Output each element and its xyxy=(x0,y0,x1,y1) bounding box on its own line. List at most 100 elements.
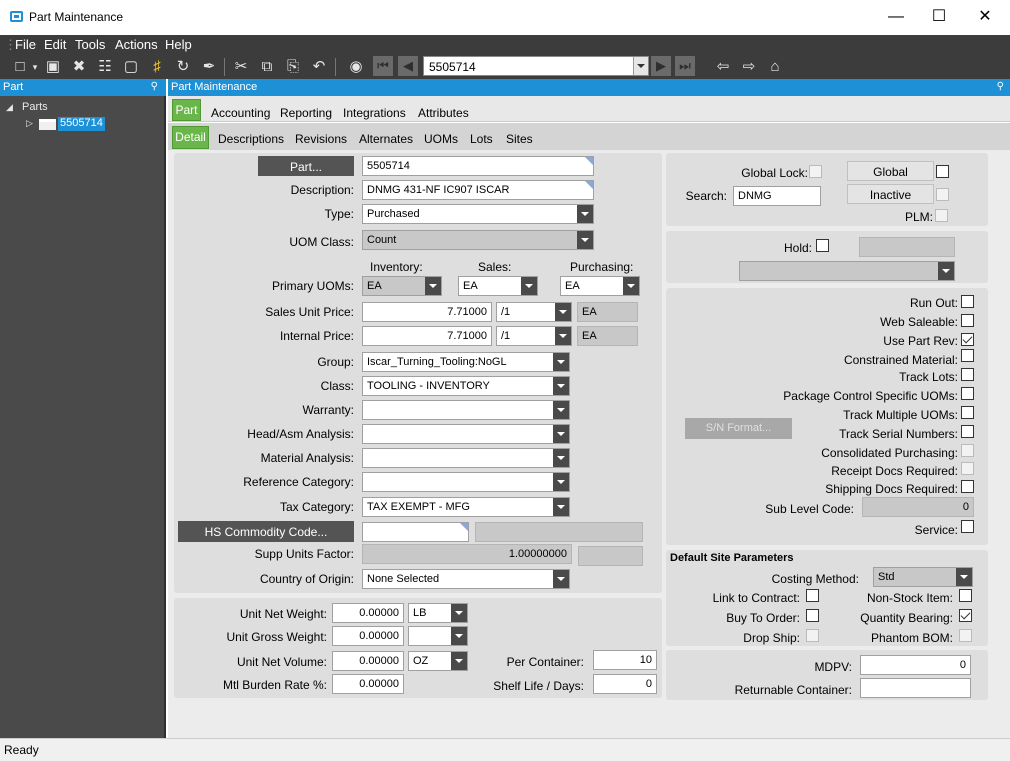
non-stock-item-checkbox[interactable] xyxy=(959,589,972,602)
minimize-button[interactable]: — xyxy=(881,6,911,28)
unit-net-weight-field[interactable]: 0.00000 xyxy=(332,603,404,623)
tab-reporting[interactable]: Reporting xyxy=(280,106,332,120)
home-icon[interactable]: ⌂ xyxy=(765,57,785,77)
tab-uoms[interactable]: UOMs xyxy=(424,132,458,146)
type-select[interactable]: Purchased xyxy=(362,204,594,224)
mtl-burden-rate-field[interactable]: 0.00000 xyxy=(332,674,404,694)
use-part-rev-checkbox[interactable] xyxy=(961,333,974,346)
track-serial-numbers-checkbox[interactable] xyxy=(961,425,974,438)
undo-icon[interactable]: ↶ xyxy=(309,57,329,77)
expand-icon[interactable]: ▷ xyxy=(26,118,33,129)
tree-item-selected[interactable]: 5505714 xyxy=(58,117,105,131)
volume-uom-select[interactable]: OZ xyxy=(408,651,468,671)
shipping-docs-required-checkbox[interactable] xyxy=(961,480,974,493)
new-dropdown-icon[interactable]: ▾ xyxy=(30,57,40,77)
collapse-icon[interactable]: ◢ xyxy=(6,102,13,113)
uom-class-select[interactable]: Count xyxy=(362,230,594,250)
link-to-contract-checkbox[interactable] xyxy=(806,589,819,602)
description-field[interactable]: DNMG 431-NF IC907 ISCAR xyxy=(362,180,594,200)
head-asm-analysis-select[interactable] xyxy=(362,424,570,444)
plm-checkbox[interactable] xyxy=(935,209,948,222)
book-icon[interactable]: ☷ xyxy=(95,57,115,77)
pin-icon[interactable]: ⚲ xyxy=(151,81,158,92)
menu-tools[interactable]: Tools xyxy=(75,37,105,52)
group-select[interactable]: Iscar_Turning_Tooling:NoGL xyxy=(362,352,570,372)
package-control-uoms-checkbox[interactable] xyxy=(961,387,974,400)
sales-price-per-select[interactable]: /1 xyxy=(496,302,572,322)
tab-attributes[interactable]: Attributes xyxy=(418,106,469,120)
warranty-select[interactable] xyxy=(362,400,570,420)
inventory-uom-select[interactable]: EA xyxy=(362,276,442,296)
weight-uom-select[interactable]: LB xyxy=(408,603,468,623)
run-out-checkbox[interactable] xyxy=(961,295,974,308)
material-analysis-select[interactable] xyxy=(362,448,570,468)
constrained-material-checkbox[interactable] xyxy=(961,349,974,362)
tab-part[interactable]: Part xyxy=(172,99,201,121)
hold-reason-select[interactable] xyxy=(739,261,955,281)
track-lots-checkbox[interactable] xyxy=(961,368,974,381)
internal-price-per-select[interactable]: /1 xyxy=(496,326,572,346)
global-button[interactable]: Global xyxy=(847,161,934,181)
class-select[interactable]: TOOLING - INVENTORY xyxy=(362,376,570,396)
tab-lots[interactable]: Lots xyxy=(470,132,493,146)
web-saleable-checkbox[interactable] xyxy=(961,314,974,327)
global-lock-checkbox[interactable] xyxy=(809,165,822,178)
forward-icon[interactable]: ⇨ xyxy=(739,57,759,77)
chevron-down-icon[interactable] xyxy=(633,57,648,75)
copy-icon[interactable]: ⧉ xyxy=(257,57,277,77)
previous-record-icon[interactable]: ◀ xyxy=(398,56,418,76)
reference-category-select[interactable] xyxy=(362,472,570,492)
new-icon[interactable]: □ xyxy=(10,57,30,77)
shelf-life-field[interactable]: 0 xyxy=(593,674,657,694)
attachment-icon[interactable]: ♯ xyxy=(147,57,167,77)
tab-descriptions[interactable]: Descriptions xyxy=(218,132,284,146)
gross-weight-uom-select[interactable] xyxy=(408,626,468,646)
global-checkbox[interactable] xyxy=(936,165,949,178)
last-record-icon[interactable]: ⏭ xyxy=(675,56,695,76)
internal-price-field[interactable]: 7.71000 xyxy=(362,326,492,346)
costing-method-select[interactable]: Std xyxy=(873,567,973,587)
returnable-container-field[interactable] xyxy=(860,678,971,698)
hold-checkbox[interactable] xyxy=(816,239,829,252)
unit-gross-weight-field[interactable]: 0.00000 xyxy=(332,626,404,646)
per-container-field[interactable]: 10 xyxy=(593,650,657,670)
inactive-button[interactable]: Inactive xyxy=(847,184,934,204)
unit-net-volume-field[interactable]: 0.00000 xyxy=(332,651,404,671)
tax-category-select[interactable]: TAX EXEMPT - MFG xyxy=(362,497,570,517)
consolidated-purchasing-checkbox[interactable] xyxy=(961,444,974,457)
inactive-checkbox[interactable] xyxy=(936,188,949,201)
tab-sites[interactable]: Sites xyxy=(506,132,533,146)
tree-root[interactable]: Parts xyxy=(22,101,48,113)
mdpv-field[interactable]: 0 xyxy=(860,655,971,675)
binoculars-icon[interactable]: ◉ xyxy=(346,57,366,77)
delete-icon[interactable]: ✖ xyxy=(69,57,89,77)
part-field[interactable]: 5505714 xyxy=(362,156,594,176)
back-icon[interactable]: ⇦ xyxy=(713,57,733,77)
sales-uom-select[interactable]: EA xyxy=(458,276,538,296)
tab-integrations[interactable]: Integrations xyxy=(343,106,406,120)
search-field[interactable]: DNMG xyxy=(733,186,821,206)
pin-icon[interactable]: ⚲ xyxy=(997,81,1004,92)
tab-revisions[interactable]: Revisions xyxy=(295,132,347,146)
track-multiple-uoms-checkbox[interactable] xyxy=(961,406,974,419)
sn-format-button[interactable]: S/N Format... xyxy=(685,418,792,439)
close-button[interactable]: ✕ xyxy=(970,6,1000,28)
purchasing-uom-select[interactable]: EA xyxy=(560,276,640,296)
service-checkbox[interactable] xyxy=(961,520,974,533)
hs-commodity-code-button[interactable]: HS Commodity Code... xyxy=(178,521,354,542)
menu-edit[interactable]: Edit xyxy=(44,37,66,52)
tab-alternates[interactable]: Alternates xyxy=(359,132,413,146)
tab-detail[interactable]: Detail xyxy=(172,126,209,149)
phantom-bom-checkbox[interactable] xyxy=(959,629,972,642)
memo-icon[interactable]: ▢ xyxy=(121,57,141,77)
maximize-button[interactable]: ☐ xyxy=(924,6,954,28)
cut-icon[interactable]: ✂ xyxy=(231,57,251,77)
first-record-icon[interactable]: ⏮ xyxy=(373,56,393,76)
country-of-origin-select[interactable]: None Selected xyxy=(362,569,570,589)
menu-help[interactable]: Help xyxy=(165,37,192,52)
paste-icon[interactable]: ⎘ xyxy=(283,57,303,77)
menu-actions[interactable]: Actions xyxy=(115,37,158,52)
tab-accounting[interactable]: Accounting xyxy=(211,106,270,120)
part-number-combo[interactable]: 5505714 xyxy=(423,56,649,76)
part-button[interactable]: Part... xyxy=(258,156,354,176)
